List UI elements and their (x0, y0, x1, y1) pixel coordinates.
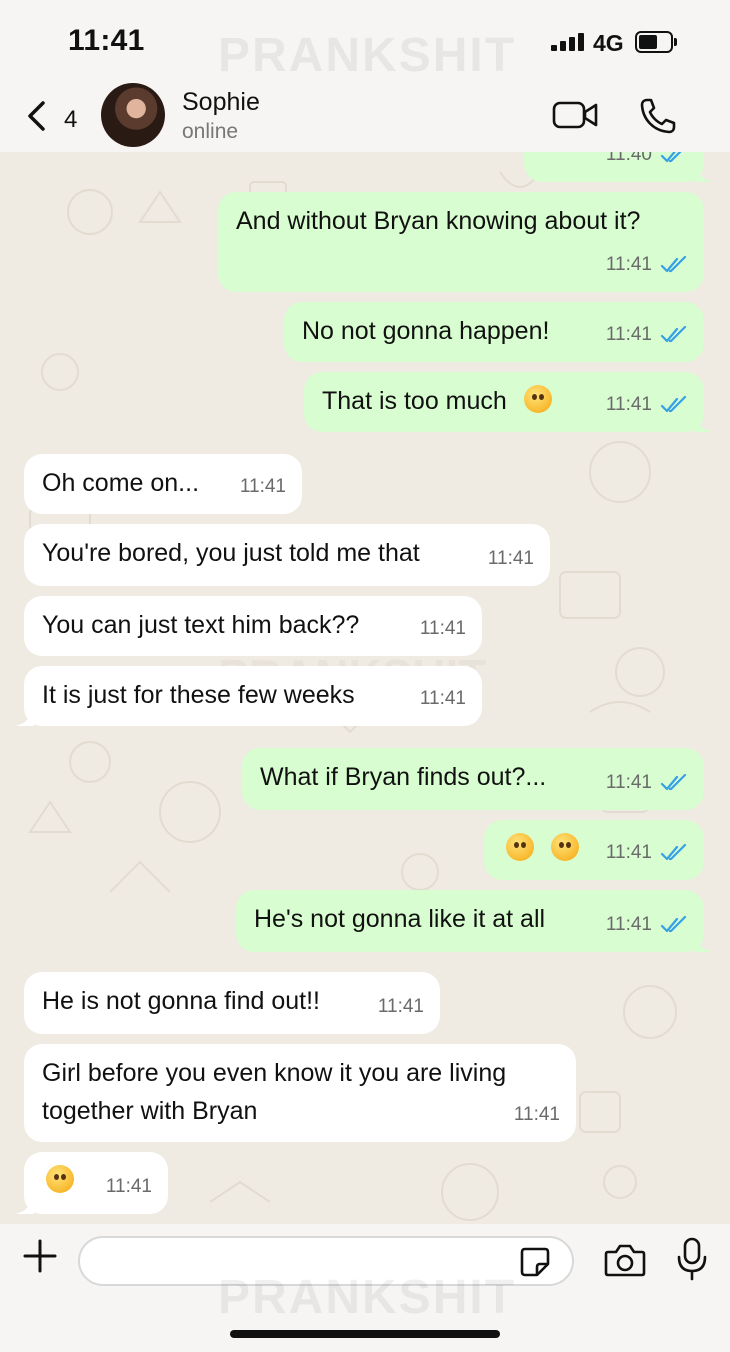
message-time: 11:41 (377, 996, 424, 1017)
read-receipt-icon (660, 774, 687, 791)
message-time: 11:41 (605, 394, 652, 415)
message-meta: 11:40 (606, 152, 688, 174)
battery-icon (635, 31, 677, 53)
back-chevron-icon[interactable] (24, 100, 50, 132)
message-time: 11:41 (487, 548, 534, 569)
message-outgoing[interactable]: He's not gonna like it at all 11:41 (236, 890, 714, 952)
read-receipt-icon (660, 152, 682, 163)
read-receipt-icon (660, 326, 687, 343)
message-time: 11:41 (605, 772, 652, 793)
message-text: He's not gonna like it at all (254, 905, 546, 933)
composer-bar: PRANKSHIT (0, 1224, 730, 1352)
message-incoming[interactable]: It is just for these few weeks 11:41 (14, 666, 482, 726)
message-text: It is just for these few weeks (42, 681, 355, 709)
message-incoming[interactable]: He is not gonna find out!! 11:41 (24, 972, 440, 1034)
message-outgoing[interactable]: 11:40 (524, 152, 714, 182)
message-meta: 11:41 (420, 610, 466, 648)
message-time: 11:41 (419, 618, 466, 639)
message-text: That is too much (322, 387, 507, 415)
message-meta: 11:41 (606, 906, 688, 944)
contact-name[interactable]: Sophie (182, 88, 260, 117)
smiling-face-emoji (46, 1165, 74, 1193)
phone-call-icon[interactable] (638, 96, 678, 136)
message-meta: 11:41 (606, 764, 688, 802)
microphone-icon[interactable] (676, 1236, 708, 1282)
watermark-top: PRANKSHIT (218, 29, 517, 82)
message-time: 11:41 (513, 1104, 560, 1125)
status-time: 11:41 (68, 24, 145, 57)
contact-status: online (182, 120, 239, 143)
message-outgoing[interactable]: 11:41 (484, 820, 704, 880)
message-meta: 11:41 (606, 386, 688, 424)
read-receipt-icon (660, 916, 687, 933)
bubble-tail (14, 1194, 34, 1214)
message-text: And without Bryan knowing about it? (236, 207, 641, 235)
sticker-icon[interactable] (519, 1246, 551, 1278)
message-meta: 11:41 (240, 468, 286, 506)
message-incoming[interactable]: Girl before you even know it you are liv… (24, 1044, 576, 1142)
message-meta: 11:41 (606, 246, 688, 284)
message-text: What if Bryan finds out?... (260, 763, 547, 791)
message-outgoing[interactable]: That is too much 11:41 (304, 372, 714, 432)
message-time: 11:41 (605, 842, 652, 863)
message-meta: 11:41 (378, 988, 424, 1026)
status-bar: 11:41 PRANKSHIT 4G (0, 0, 730, 82)
chat-area[interactable]: PRANKSHIT 11:40 And without Bryan knowin… (0, 152, 730, 1224)
flushed-face-emoji (523, 385, 552, 413)
read-receipt-icon (660, 844, 687, 861)
read-receipt-icon (660, 396, 687, 413)
video-call-icon[interactable] (552, 100, 598, 130)
signal-icon (551, 33, 585, 51)
message-incoming[interactable]: You can just text him back?? 11:41 (24, 596, 482, 656)
home-indicator[interactable] (230, 1330, 500, 1338)
message-text: You're bored, you just told me that (42, 539, 420, 567)
flushed-face-emoji (550, 833, 579, 861)
grimacing-face-emoji (506, 833, 534, 861)
unread-count[interactable]: 4 (64, 106, 77, 134)
message-outgoing[interactable]: No not gonna happen! 11:41 (284, 302, 704, 362)
bubble-tail (694, 162, 714, 182)
message-meta: 11:41 (488, 540, 534, 578)
message-incoming[interactable]: You're bored, you just told me that 11:4… (24, 524, 550, 586)
message-time: 11:41 (605, 914, 652, 935)
chat-header: 4 Sophie online (0, 80, 730, 152)
plus-icon[interactable] (22, 1238, 58, 1274)
message-incoming[interactable]: 11:41 (14, 1152, 168, 1214)
message-time: 11:41 (239, 476, 286, 497)
message-incoming[interactable]: Oh come on... 11:41 (24, 454, 302, 514)
message-meta: 11:41 (420, 680, 466, 718)
message-time: 11:40 (605, 152, 652, 165)
message-text: Oh come on... (42, 469, 200, 497)
read-receipt-icon (660, 256, 687, 273)
message-meta: 11:41 (106, 1168, 152, 1206)
message-time: 11:41 (419, 688, 466, 709)
message-text: No not gonna happen! (302, 317, 550, 345)
message-time: 11:41 (605, 324, 652, 345)
bubble-tail (694, 932, 714, 952)
message-meta: 11:41 (514, 1096, 560, 1134)
network-label: 4G (593, 30, 624, 56)
message-meta: 11:41 (606, 316, 688, 354)
message-meta: 11:41 (606, 834, 688, 872)
message-text: You can just text him back?? (42, 611, 360, 639)
message-outgoing[interactable]: And without Bryan knowing about it? 11:4… (218, 192, 704, 292)
bubble-tail (694, 412, 714, 432)
message-time: 11:41 (105, 1176, 152, 1197)
message-outgoing[interactable]: What if Bryan finds out?... 11:41 (242, 748, 704, 810)
message-time: 11:41 (605, 254, 652, 275)
message-input[interactable] (78, 1236, 574, 1286)
bubble-tail (14, 706, 34, 726)
camera-icon[interactable] (604, 1242, 646, 1278)
message-text: Girl before you even know it you are liv… (42, 1059, 507, 1125)
avatar[interactable] (101, 83, 165, 147)
message-text: He is not gonna find out!! (42, 987, 320, 1015)
